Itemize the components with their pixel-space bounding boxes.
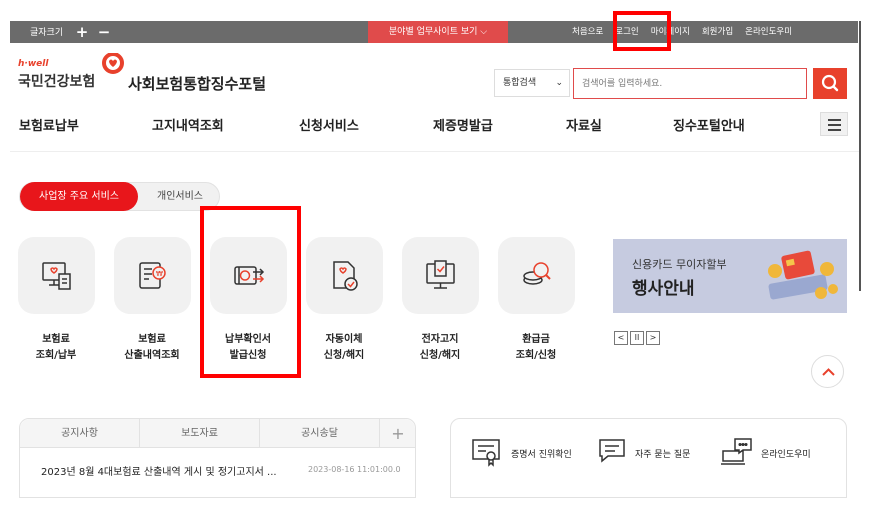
document-check-icon bbox=[333, 261, 358, 291]
service-label-auto-transfer[interactable]: 자동이체 신청/해지 bbox=[296, 332, 392, 364]
service-label-line2: 신청/해지 bbox=[323, 350, 365, 361]
scrollbar[interactable] bbox=[859, 21, 861, 291]
font-decrease-button[interactable]: − bbox=[96, 21, 112, 43]
banner-next-button[interactable]: > bbox=[646, 331, 660, 345]
site-title[interactable]: 사회보험통합징수포털 bbox=[128, 73, 266, 94]
search-button[interactable] bbox=[813, 68, 847, 99]
nav-portal-guide[interactable]: 징수포털안내 bbox=[673, 115, 745, 134]
service-label-line2: 발급신청 bbox=[229, 350, 267, 361]
service-label-line1: 환급금 bbox=[522, 334, 550, 345]
scroll-top-button[interactable] bbox=[811, 355, 844, 388]
font-size-label: 글자크기 bbox=[30, 28, 64, 38]
tab-public-service[interactable]: 공시송달 bbox=[260, 419, 380, 448]
chat-monitor-icon bbox=[721, 438, 752, 465]
banner-prev-button[interactable]: < bbox=[614, 331, 628, 345]
notice-tabs: 공지사항 보도자료 공시송달 + bbox=[20, 419, 415, 448]
service-label-line1: 자동이체 bbox=[325, 334, 363, 345]
notice-board: 공지사항 보도자료 공시송달 + 2023년 8월 4대보험료 산출내역 게시 … bbox=[19, 418, 416, 498]
logo-tagline: h·well bbox=[18, 59, 49, 69]
nav-resources[interactable]: 자료실 bbox=[566, 115, 602, 134]
service-label-line2: 조회/납부 bbox=[35, 350, 77, 361]
coin-search-icon bbox=[523, 262, 551, 285]
service-label-line1: 보험료 bbox=[138, 334, 166, 345]
online-help-link[interactable]: 온라인도우미 bbox=[745, 21, 792, 43]
quick-label: 온라인도우미 bbox=[761, 450, 811, 460]
service-tile-auto-transfer[interactable] bbox=[306, 237, 383, 314]
nav-premium-payment[interactable]: 보험료납부 bbox=[19, 115, 79, 134]
service-tile-e-notice[interactable] bbox=[402, 237, 479, 314]
quick-label: 자주 묻는 질문 bbox=[635, 450, 691, 460]
service-label-line1: 전자고지 bbox=[421, 334, 459, 345]
utility-links: 처음으로 로그인 마이페이지 회원가입 온라인도우미 bbox=[572, 21, 804, 43]
service-tabs: 사업장 주요 서비스 개인서비스 bbox=[19, 182, 220, 211]
heart-logo-icon bbox=[102, 53, 124, 74]
service-tile-refund[interactable] bbox=[498, 237, 575, 314]
service-label-refund[interactable]: 환급금 조회/신청 bbox=[488, 332, 584, 364]
login-link[interactable]: 로그인 bbox=[615, 21, 638, 43]
search-scope-value: 통합검색 bbox=[503, 78, 537, 88]
service-label-line1: 보험료 bbox=[42, 334, 70, 345]
service-label-line2: 산출내역조회 bbox=[124, 350, 180, 361]
nav-application-service[interactable]: 신청서비스 bbox=[299, 115, 359, 134]
mypage-link[interactable]: 마이페이지 bbox=[651, 21, 690, 43]
tab-press-releases[interactable]: 보도자료 bbox=[140, 419, 260, 448]
quick-links: 증명서 진위확인 자주 묻는 질문 온라인도우미 bbox=[450, 418, 847, 498]
banner-title: 행사안내 bbox=[632, 279, 695, 299]
service-label-premium-breakdown[interactable]: 보험료 산출내역조회 bbox=[104, 332, 200, 364]
service-label-payment-certificate[interactable]: 납부확인서 발급신청 bbox=[200, 332, 296, 364]
signup-link[interactable]: 회원가입 bbox=[702, 21, 733, 43]
chevron-down-icon: ⌄ bbox=[555, 78, 563, 88]
font-increase-button[interactable]: + bbox=[74, 21, 90, 43]
home-link[interactable]: 처음으로 bbox=[572, 21, 603, 43]
service-tile-payment-certificate[interactable] bbox=[210, 237, 287, 314]
nav-divider bbox=[10, 151, 859, 152]
certificate-icon bbox=[472, 439, 500, 467]
svg-text:₩: ₩ bbox=[156, 270, 163, 278]
promo-banner[interactable]: 신용카드 무이자할부 행사안내 bbox=[613, 239, 847, 313]
logo-text[interactable]: 국민건강보험 bbox=[18, 71, 95, 91]
service-label-line1: 납부확인서 bbox=[225, 334, 271, 345]
notice-item-date: 2023-08-16 11:01:00.0 bbox=[308, 465, 401, 474]
nav-certificate-issue[interactable]: 제증명발급 bbox=[433, 115, 493, 134]
service-label-line2: 신청/해지 bbox=[419, 350, 461, 361]
monitor-check-icon bbox=[426, 260, 455, 289]
list-coin-icon: ₩ bbox=[139, 262, 166, 289]
tab-business-services[interactable]: 사업장 주요 서비스 bbox=[20, 182, 138, 211]
banner-pause-button[interactable]: II bbox=[630, 331, 644, 345]
service-label-premium-inquiry[interactable]: 보험료 조회/납부 bbox=[8, 332, 104, 364]
more-notices-button[interactable]: + bbox=[380, 419, 416, 448]
tab-personal-services[interactable]: 개인서비스 bbox=[145, 183, 215, 210]
card-arrow-icon bbox=[234, 266, 265, 285]
monitor-document-icon bbox=[42, 262, 71, 290]
speech-bubble-icon bbox=[599, 439, 625, 463]
tab-notices[interactable]: 공지사항 bbox=[20, 419, 140, 448]
field-sites-button[interactable]: 분야별 업무사이트 보기 ⌵ bbox=[368, 21, 508, 43]
chevron-up-icon bbox=[822, 368, 835, 376]
banner-subtitle: 신용카드 무이자할부 bbox=[632, 258, 727, 271]
service-label-line2: 조회/신청 bbox=[515, 350, 557, 361]
utility-bar: 글자크기 + − 분야별 업무사이트 보기 ⌵ 처음으로 로그인 마이페이지 회… bbox=[10, 21, 858, 43]
notice-item-title[interactable]: 2023년 8월 4대보험료 산출내역 게시 및 정기고지서 ... bbox=[41, 463, 277, 478]
menu-icon[interactable] bbox=[820, 112, 848, 136]
credit-card-coins-icon bbox=[768, 250, 838, 300]
search-scope-select[interactable]: 통합검색 ⌄ bbox=[494, 69, 570, 97]
quick-label: 증명서 진위확인 bbox=[511, 450, 572, 460]
main-navigation: 보험료납부 고지내역조회 신청서비스 제증명발급 자료실 징수포털안내 bbox=[0, 115, 859, 135]
search-input[interactable] bbox=[573, 68, 807, 99]
search-icon bbox=[821, 74, 839, 92]
service-label-e-notice[interactable]: 전자고지 신청/해지 bbox=[392, 332, 488, 364]
service-tile-premium-inquiry[interactable] bbox=[18, 237, 95, 314]
service-tile-premium-breakdown[interactable]: ₩ bbox=[114, 237, 191, 314]
nav-notice-history[interactable]: 고지내역조회 bbox=[152, 115, 224, 134]
